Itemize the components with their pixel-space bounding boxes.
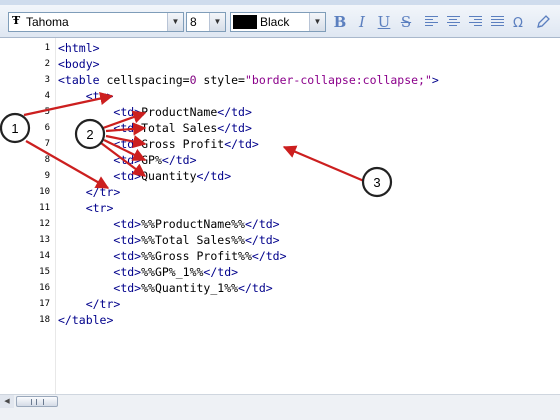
line-number: 9 — [44, 171, 50, 181]
code-line[interactable]: </tr> — [58, 185, 121, 199]
align-center-icon[interactable] — [447, 16, 460, 28]
align-justify-icon[interactable] — [491, 16, 504, 28]
code-line[interactable]: <td>%%Total Sales%%</td> — [58, 233, 279, 247]
line-number: 17 — [39, 299, 50, 309]
code-line[interactable]: <td>GP%</td> — [58, 153, 196, 167]
status-bar — [0, 408, 560, 420]
font-family-dropdown[interactable]: Ŧ Tahoma ▼ — [8, 12, 184, 32]
line-number: 18 — [39, 315, 50, 325]
toolbar-top-border — [0, 0, 560, 5]
code-line[interactable]: <td>%%Quantity_1%%</td> — [58, 281, 272, 295]
italic-button[interactable]: I — [352, 11, 372, 33]
code-line[interactable]: <td>Gross Profit</td> — [58, 137, 258, 151]
line-number: 7 — [44, 139, 50, 149]
code-line[interactable]: <td>%%ProductName%%</td> — [58, 217, 279, 231]
line-number: 15 — [39, 267, 50, 277]
line-number: 2 — [44, 59, 50, 69]
scrollbar-thumb[interactable] — [16, 396, 58, 407]
line-number-gutter: 1 2 3 4 5 6 7 8 9 10 11 12 13 14 15 16 17 18 — [0, 38, 56, 394]
code-line[interactable]: <td>ProductName</td> — [58, 105, 252, 119]
line-number: 16 — [39, 283, 50, 293]
special-characters-icon[interactable]: Ω — [511, 14, 527, 30]
align-left-icon[interactable] — [425, 16, 438, 28]
strikethrough-button[interactable]: S — [396, 11, 416, 33]
font-size-dropdown[interactable]: 8 ▼ — [186, 12, 226, 32]
code-line[interactable]: <body> — [58, 57, 100, 71]
line-number: 8 — [44, 155, 50, 165]
line-number: 14 — [39, 251, 50, 261]
font-family-value: Tahoma — [26, 15, 69, 29]
line-number: 3 — [44, 75, 50, 85]
grip-icon — [31, 399, 44, 405]
chevron-down-icon[interactable]: ▼ — [209, 13, 225, 31]
line-number: 12 — [39, 219, 50, 229]
line-number: 6 — [44, 123, 50, 133]
code-line[interactable]: </table> — [58, 313, 113, 327]
code-line[interactable]: <table cellspacing=0 style="border-colla… — [58, 73, 439, 87]
scroll-left-icon[interactable]: ◀ — [0, 395, 14, 408]
horizontal-scrollbar[interactable]: ◀ — [0, 394, 560, 409]
line-number: 10 — [39, 187, 50, 197]
formatting-toolbar: Ŧ Tahoma ▼ 8 ▼ Black ▼ B I U S Ω — [0, 0, 560, 38]
code-line[interactable]: <td>%%Gross Profit%%</td> — [58, 249, 286, 263]
code-line[interactable]: <td>Quantity</td> — [58, 169, 231, 183]
code-line[interactable]: <html> — [58, 41, 100, 55]
underline-button[interactable]: U — [374, 11, 394, 33]
font-color-dropdown[interactable]: Black ▼ — [230, 12, 326, 32]
font-color-value: Black — [260, 15, 290, 29]
code-line[interactable]: <td>Total Sales</td> — [58, 121, 252, 135]
align-right-icon[interactable] — [469, 16, 482, 28]
chevron-down-icon[interactable]: ▼ — [309, 13, 325, 31]
line-number: 4 — [44, 91, 50, 101]
line-number: 5 — [44, 107, 50, 117]
font-type-icon: Ŧ — [12, 14, 21, 27]
color-swatch — [233, 15, 257, 29]
bold-button[interactable]: B — [330, 11, 350, 33]
gutter-divider — [55, 38, 56, 394]
code-line[interactable]: </tr> — [58, 297, 121, 311]
chevron-down-icon[interactable]: ▼ — [167, 13, 183, 31]
code-line[interactable]: <tr> — [58, 201, 114, 215]
edit-pencil-icon[interactable] — [535, 14, 551, 30]
code-editor[interactable]: 1 2 3 4 5 6 7 8 9 10 11 12 13 14 15 16 17 18 <html> <body>… — [0, 38, 560, 394]
code-line[interactable]: <td>%%GP%_1%%</td> — [58, 265, 238, 279]
line-number: 1 — [44, 43, 50, 53]
font-size-value: 8 — [190, 15, 197, 29]
special-characters-glyph: Ω — [513, 16, 523, 30]
line-number: 11 — [39, 203, 50, 213]
code-line[interactable]: <tr> — [58, 89, 114, 103]
line-number: 13 — [39, 235, 50, 245]
